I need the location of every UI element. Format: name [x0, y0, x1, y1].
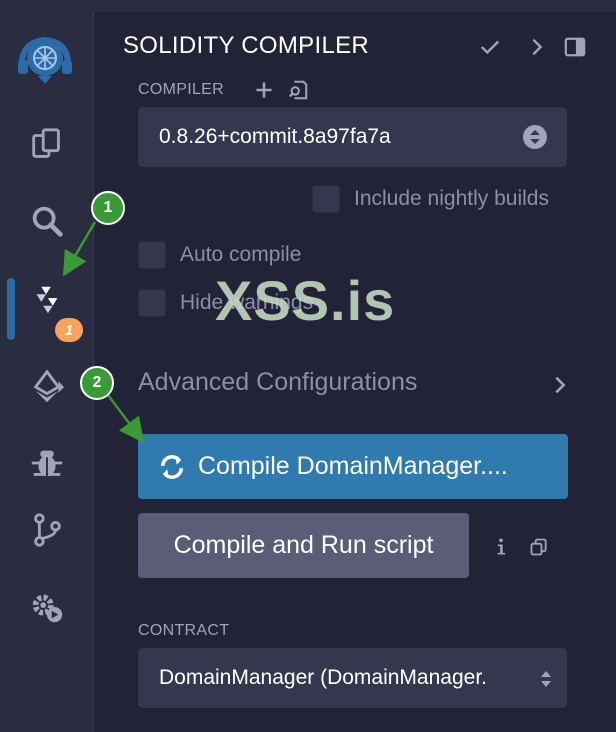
git-icon[interactable] [25, 508, 69, 552]
auto-compile-row: Auto compile [138, 241, 301, 269]
panel-toggle-icon[interactable] [562, 34, 588, 60]
nightly-builds-label: Include nightly builds [354, 187, 549, 210]
plugin-settings-icon[interactable] [25, 585, 69, 629]
compiler-badge: 1 [55, 318, 83, 342]
deploy-run-icon[interactable] [25, 365, 69, 409]
icon-sidebar: 1 [0, 12, 94, 732]
compiler-version-select[interactable]: 0.8.26+commit.8a97fa7a [138, 107, 567, 167]
chevron-right-icon[interactable] [524, 34, 550, 60]
watermark-text: XSS.is [215, 269, 396, 332]
advanced-chevron-icon[interactable] [547, 372, 573, 398]
active-indicator [7, 278, 15, 340]
compile-button[interactable]: Compile DomainManager.... [138, 434, 568, 499]
compiler-panel: SOLIDITY COMPILER COMPILER 0.8.26+commit… [95, 12, 616, 732]
copy-icon[interactable] [527, 535, 551, 559]
remix-logo[interactable] [14, 30, 76, 92]
compiler-label: COMPILER [138, 81, 224, 98]
compile-run-script-button[interactable]: Compile and Run script [138, 513, 469, 578]
contract-select[interactable]: DomainManager (DomainManager. [138, 648, 567, 708]
step-marker-1: 1 [91, 191, 125, 225]
advanced-configurations-toggle[interactable]: Advanced Configurations [138, 368, 417, 397]
debugger-icon[interactable] [25, 441, 69, 485]
select-arrows-icon [523, 125, 547, 149]
refresh-icon [158, 453, 186, 481]
contract-select-value: DomainManager (DomainManager. [159, 666, 487, 689]
contract-label: CONTRACT [138, 622, 230, 639]
search-icon[interactable] [25, 199, 69, 243]
window-top-strip [0, 0, 616, 12]
info-icon[interactable] [489, 535, 513, 559]
compile-button-label: Compile DomainManager.... [198, 452, 508, 480]
add-icon[interactable] [252, 78, 276, 102]
nightly-builds-checkbox[interactable] [312, 185, 340, 213]
load-custom-compiler-icon[interactable] [286, 78, 310, 102]
hide-warnings-checkbox[interactable] [138, 289, 166, 317]
auto-compile-label: Auto compile [180, 243, 302, 266]
panel-title: SOLIDITY COMPILER [123, 32, 370, 59]
nightly-builds-row: Include nightly builds [312, 185, 549, 213]
solidity-compiler-icon[interactable] [25, 278, 69, 322]
step-marker-2: 2 [80, 366, 114, 400]
check-icon[interactable] [477, 34, 503, 60]
compiler-version-value: 0.8.26+commit.8a97fa7a [159, 125, 391, 148]
file-explorer-icon[interactable] [25, 123, 69, 167]
contract-select-arrows-icon [539, 668, 553, 690]
auto-compile-checkbox[interactable] [138, 241, 166, 269]
